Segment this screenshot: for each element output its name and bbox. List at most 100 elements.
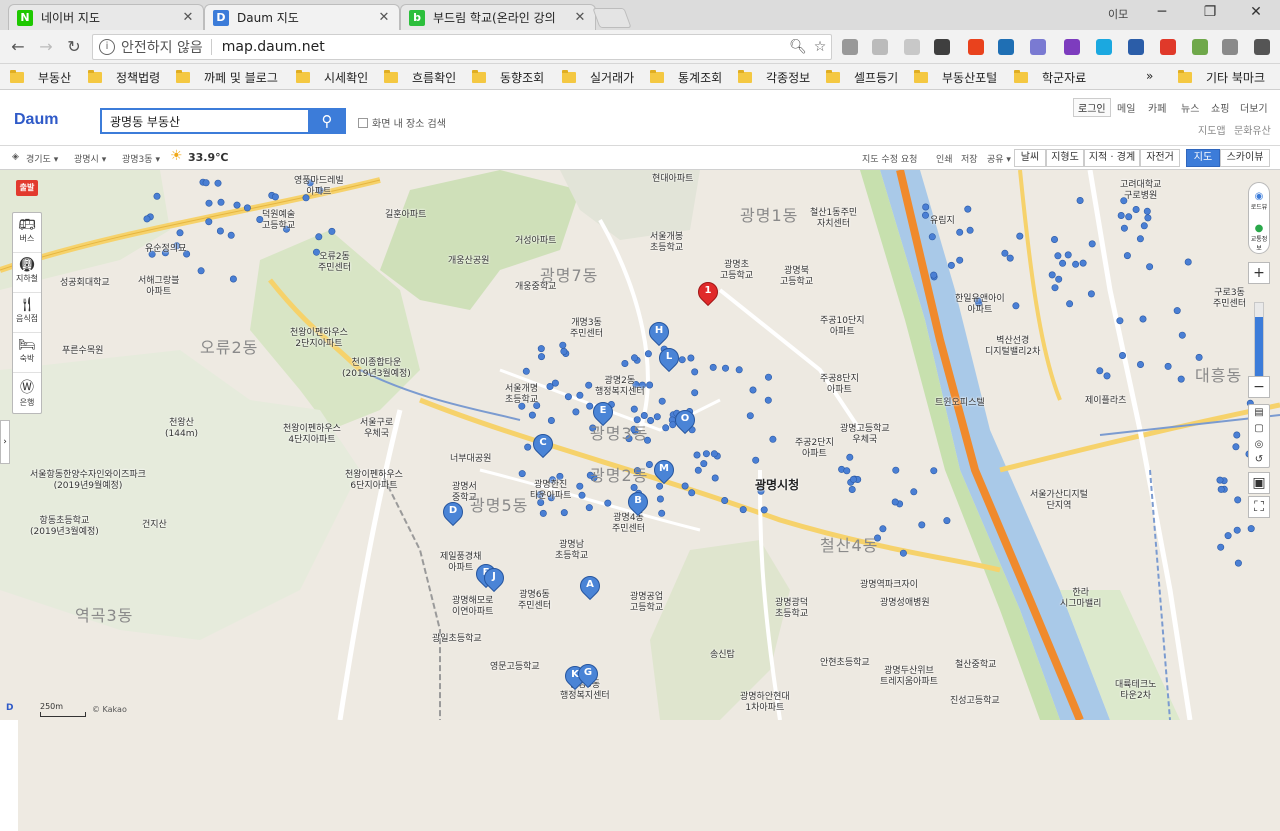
listing-dot[interactable] — [662, 424, 670, 432]
listing-dot[interactable] — [217, 198, 225, 206]
listing-dot[interactable] — [710, 450, 718, 458]
bookmark-folder[interactable]: 셀프등기 — [826, 69, 898, 86]
new-tab-button[interactable] — [592, 8, 632, 28]
listing-dot[interactable] — [964, 205, 972, 213]
checkbox-box[interactable] — [358, 117, 368, 128]
other-bookmarks[interactable]: 기타 북마크 — [1178, 69, 1265, 86]
listing-dot[interactable] — [176, 229, 184, 237]
place-label[interactable]: 광명성애병원 — [880, 598, 930, 609]
place-label[interactable]: 트윈오피스텔 — [935, 398, 985, 409]
category-bus[interactable]: 🚌︎ 버스 — [13, 213, 41, 253]
listing-dot[interactable] — [1224, 532, 1232, 540]
place-label[interactable]: 천왕이펜하우스 6단지아파트 — [345, 470, 403, 492]
place-label[interactable]: 철산1동주민 자치센터 — [810, 208, 857, 230]
close-window-icon[interactable]: ✕ — [1244, 4, 1268, 20]
listing-dot[interactable] — [930, 467, 938, 475]
place-label[interactable]: 광명광덕 초등학교 — [775, 598, 808, 620]
listing-dot[interactable] — [328, 227, 336, 235]
place-label[interactable]: 개웅중학교 — [515, 282, 556, 293]
daum-map-logo[interactable]: Daum 지도 — [14, 111, 1280, 831]
listing-dot[interactable] — [1177, 375, 1185, 383]
listing-dot[interactable] — [644, 350, 652, 358]
listing-dot[interactable] — [928, 233, 936, 241]
extension-icon[interactable] — [1192, 39, 1208, 55]
bookmark-folder[interactable]: 통계조회 — [650, 69, 722, 86]
menu-icon[interactable] — [1254, 39, 1270, 55]
listing-dot[interactable] — [524, 443, 532, 451]
search-result-marker[interactable]: H — [644, 317, 674, 348]
tab-close-icon[interactable]: ✕ — [181, 10, 195, 25]
place-label[interactable]: 서해그랑블 아파트 — [138, 276, 179, 298]
listing-dot[interactable] — [691, 368, 699, 376]
listing-dot[interactable] — [735, 366, 743, 374]
listing-dot[interactable] — [746, 412, 754, 420]
listing-dot[interactable] — [1136, 235, 1144, 243]
listing-dot[interactable] — [1016, 232, 1024, 240]
listing-dot[interactable] — [921, 211, 929, 219]
listing-dot[interactable] — [522, 367, 530, 375]
tab-close-icon[interactable]: ✕ — [377, 10, 391, 25]
listing-dot[interactable] — [849, 475, 857, 483]
panel-toggle-handle[interactable]: › — [0, 420, 10, 464]
extension-icon[interactable] — [904, 39, 920, 55]
listing-dot[interactable] — [1120, 224, 1128, 232]
place-label[interactable]: 철산중학교 — [955, 660, 996, 671]
region-select-city[interactable]: 광명시 ▾ — [74, 152, 106, 165]
listing-dot[interactable] — [1088, 240, 1096, 248]
listing-dot[interactable] — [1119, 352, 1127, 360]
place-label[interactable]: 광명서 중학교 — [452, 482, 477, 504]
listing-dot[interactable] — [899, 549, 907, 557]
region-select-dong[interactable]: 광명3동 ▾ — [122, 152, 160, 165]
listing-dot[interactable] — [694, 466, 702, 474]
zoom-in-button[interactable]: + — [1248, 262, 1270, 284]
listing-dot[interactable] — [143, 215, 151, 223]
listing-dot[interactable] — [879, 525, 887, 533]
listing-dot[interactable] — [1079, 259, 1087, 267]
depart-button[interactable]: 출발 — [16, 180, 38, 196]
back-arrow-icon[interactable]: ← — [8, 37, 28, 56]
place-label[interactable]: 덕원예술 고등학교 — [262, 210, 295, 232]
zoom-out-button[interactable]: − — [1248, 376, 1270, 398]
tab-budream-school[interactable]: b 부드림 학교(온라인 강의 ✕ — [400, 4, 596, 30]
listing-dot[interactable] — [1234, 559, 1242, 567]
listing-dot[interactable] — [1123, 252, 1131, 260]
search-result-marker[interactable]: E — [588, 397, 618, 428]
service-link-mail[interactable]: 메일 — [1117, 100, 1135, 115]
listing-dot[interactable] — [709, 363, 717, 371]
place-label[interactable]: 서울개명 초등학교 — [505, 384, 538, 406]
listing-dot[interactable] — [633, 416, 641, 424]
bookmark-folder[interactable]: 각종정보 — [738, 69, 810, 86]
listing-dot[interactable] — [576, 391, 584, 399]
save-link[interactable]: 저장 — [961, 152, 978, 165]
zoom-magnifier-icon[interactable]: 🔍︎ — [787, 39, 809, 55]
listing-dot[interactable] — [214, 179, 222, 187]
category-hotel[interactable]: 🛏︎ 숙박 — [13, 333, 41, 373]
place-label[interactable]: 광명공업 고등학교 — [630, 592, 663, 614]
extension-icon[interactable] — [1222, 39, 1238, 55]
listing-dot[interactable] — [1125, 213, 1133, 221]
search-result-marker[interactable]: B — [623, 487, 653, 518]
listing-dot[interactable] — [572, 408, 580, 416]
roadview-button[interactable]: ◉ 로드뷰 — [1249, 183, 1269, 219]
place-label[interactable]: 안현초등학교 — [820, 658, 870, 669]
listing-dot[interactable] — [702, 450, 710, 458]
listing-dot[interactable] — [658, 509, 666, 517]
listing-dot[interactable] — [537, 345, 545, 353]
url-text[interactable]: map.daum.net — [222, 39, 787, 55]
listing-dot[interactable] — [560, 347, 568, 355]
place-label[interactable]: 서울개봉 초등학교 — [650, 232, 683, 254]
service-link-map-app[interactable]: 지도앱 — [1198, 122, 1226, 137]
listing-dot[interactable] — [693, 451, 701, 459]
extension-icon[interactable] — [1064, 39, 1080, 55]
listing-dot[interactable] — [229, 275, 237, 283]
place-label[interactable]: 유림지 — [930, 216, 955, 227]
category-subway[interactable]: 🚇︎ 지하철 — [13, 253, 41, 293]
listing-dot[interactable] — [551, 379, 559, 387]
search-result-marker[interactable]: L — [654, 343, 684, 374]
place-label[interactable]: 광명남 초등학교 — [555, 540, 588, 562]
listing-dot[interactable] — [1076, 196, 1084, 204]
tab-naver-map[interactable]: N 네이버 지도 ✕ — [8, 4, 204, 30]
extension-icon[interactable] — [872, 39, 888, 55]
listing-dot[interactable] — [1103, 372, 1111, 380]
search-result-marker[interactable]: C — [528, 429, 558, 460]
